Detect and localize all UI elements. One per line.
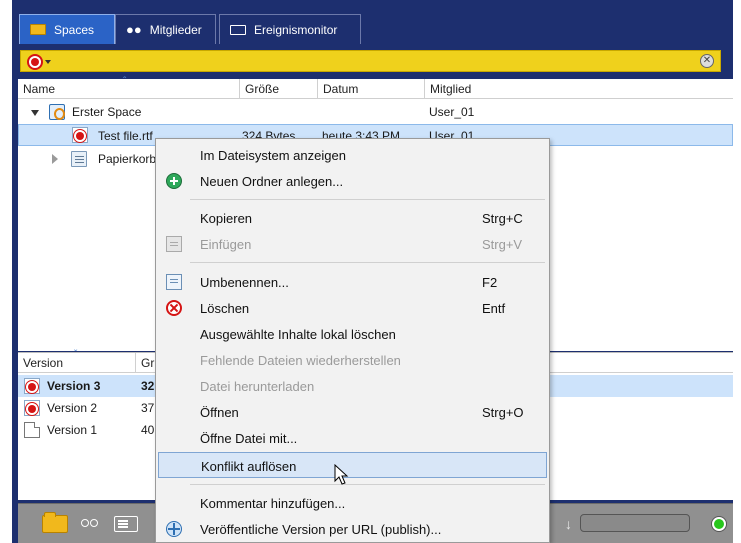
- menu-item-shortcut: Strg+V: [482, 237, 523, 252]
- menu-item-label: Veröffentliche Version per URL (publish)…: [200, 522, 442, 537]
- progress-bar: [580, 514, 690, 532]
- paste-icon: [166, 236, 182, 252]
- menu-item-label: Ausgewählte Inhalte lokal löschen: [200, 327, 396, 342]
- sort-indicator-icon: ˆ: [123, 76, 127, 87]
- menu-item-label: Löschen: [200, 301, 250, 316]
- search-bar[interactable]: ✕: [20, 50, 721, 72]
- context-menu: Im Dateisystem anzeigen Neuen Ordner anl…: [155, 138, 550, 543]
- folder-icon: [42, 512, 68, 533]
- menu-item-delete[interactable]: Löschen Entf: [158, 295, 547, 321]
- record-filter-icon[interactable]: [27, 53, 53, 71]
- trash-icon: [71, 151, 87, 167]
- download-icon: ↓: [565, 516, 572, 532]
- file-icon: [24, 378, 40, 394]
- sort-indicator-icon: ˇ: [74, 349, 78, 360]
- rename-icon: [166, 274, 182, 290]
- status-indicator-icon: [712, 517, 726, 531]
- event-monitor-icon: [114, 516, 138, 532]
- row-name: Erster Space: [72, 105, 142, 119]
- version-label: Version 2: [47, 401, 98, 415]
- menu-separator: [190, 262, 545, 263]
- tab-label: Ereignismonitor: [254, 22, 338, 37]
- members-button[interactable]: [76, 510, 106, 538]
- folder-icon: [30, 24, 46, 35]
- menu-item-shortcut: Strg+C: [482, 211, 523, 226]
- menu-item-label: Kommentar hinzufügen...: [200, 496, 346, 511]
- row-member: User_01: [429, 105, 475, 119]
- delete-icon: [166, 300, 182, 316]
- menu-item-add-comment[interactable]: Kommentar hinzufügen...: [158, 490, 547, 516]
- column-header-date[interactable]: Datum: [318, 79, 425, 99]
- event-monitor-icon: [230, 24, 246, 35]
- menu-item-label: Datei herunterladen: [200, 379, 315, 394]
- row-name: Papierkorb: [98, 152, 157, 166]
- table-row[interactable]: Erster Space User_01: [18, 101, 733, 123]
- row-name: Test file.rtf: [98, 129, 153, 143]
- members-icon: [80, 516, 102, 532]
- expand-arrow-icon[interactable]: [31, 110, 39, 116]
- add-folder-icon: [166, 173, 182, 189]
- menu-item-label: Im Dateisystem anzeigen: [200, 148, 346, 163]
- menu-item-new-folder[interactable]: Neuen Ordner anlegen...: [158, 168, 547, 194]
- tab-ereignismonitor[interactable]: Ereignismonitor: [219, 14, 361, 44]
- version-label: Version 1: [47, 423, 98, 437]
- column-header-member[interactable]: Mitglied: [425, 79, 733, 99]
- mouse-cursor-icon: [334, 464, 349, 485]
- menu-item-publish-url[interactable]: Veröffentliche Version per URL (publish)…: [158, 516, 547, 542]
- doc-icon: [24, 422, 40, 438]
- column-header-name[interactable]: Name: [18, 79, 240, 99]
- menu-item-paste[interactable]: Einfügen Strg+V: [158, 231, 547, 257]
- menu-item-label: Öffne Datei mit...: [200, 431, 298, 446]
- menu-item-restore-missing[interactable]: Fehlende Dateien wiederherstellen: [158, 347, 547, 373]
- menu-item-copy[interactable]: Kopieren Strg+C: [158, 205, 547, 231]
- collapse-arrow-icon[interactable]: [52, 154, 58, 164]
- menu-item-label: Öffnen: [200, 405, 239, 420]
- menu-item-rename[interactable]: Umbenennen... F2: [158, 269, 547, 295]
- menu-item-delete-local[interactable]: Ausgewählte Inhalte lokal löschen: [158, 321, 547, 347]
- menu-item-shortcut: F2: [482, 275, 498, 290]
- version-size: 40: [141, 423, 155, 437]
- file-table-header: Name ˆ Größe Datum Mitglied: [18, 76, 733, 99]
- menu-item-shortcut: Entf: [482, 301, 506, 316]
- menu-item-open-with[interactable]: Öffne Datei mit...: [158, 425, 547, 451]
- column-header-size[interactable]: Größe: [240, 79, 318, 99]
- event-monitor-button[interactable]: [110, 510, 142, 538]
- tab-label: Spaces: [54, 22, 95, 37]
- menu-item-show-in-filesystem[interactable]: Im Dateisystem anzeigen: [158, 142, 547, 168]
- tab-mitglieder[interactable]: ●● Mitglieder: [115, 14, 216, 44]
- tab-spaces[interactable]: Spaces: [19, 14, 115, 44]
- menu-item-label: Konflikt auflösen: [201, 459, 297, 474]
- menu-item-label: Einfügen: [200, 237, 252, 252]
- menu-item-label: Umbenennen...: [200, 275, 289, 290]
- version-size: 32: [141, 379, 155, 393]
- menu-separator: [190, 199, 545, 200]
- space-icon: [49, 104, 65, 120]
- menu-item-label: Fehlende Dateien wiederherstellen: [200, 353, 401, 368]
- menu-separator: [190, 484, 545, 485]
- menu-item-label: Neuen Ordner anlegen...: [200, 174, 344, 189]
- menu-item-label: Kopieren: [200, 211, 253, 226]
- menu-item-shortcut: Strg+O: [482, 405, 524, 420]
- menu-item-download[interactable]: Datei herunterladen: [158, 373, 547, 399]
- clear-icon[interactable]: ✕: [700, 54, 714, 68]
- version-size: 37: [141, 401, 155, 415]
- file-icon: [24, 400, 40, 416]
- spaces-button[interactable]: [38, 510, 72, 538]
- version-label: Version 3: [47, 379, 101, 393]
- menu-item-resolve-conflict[interactable]: Konflikt auflösen: [158, 452, 547, 478]
- tab-bar: Spaces ●● Mitglieder Ereignismonitor: [12, 14, 733, 44]
- menu-item-open[interactable]: Öffnen Strg+O: [158, 399, 547, 425]
- file-icon: [72, 127, 88, 143]
- publish-icon: [166, 521, 182, 537]
- members-icon: ●●: [126, 21, 142, 37]
- tab-label: Mitglieder: [149, 22, 202, 37]
